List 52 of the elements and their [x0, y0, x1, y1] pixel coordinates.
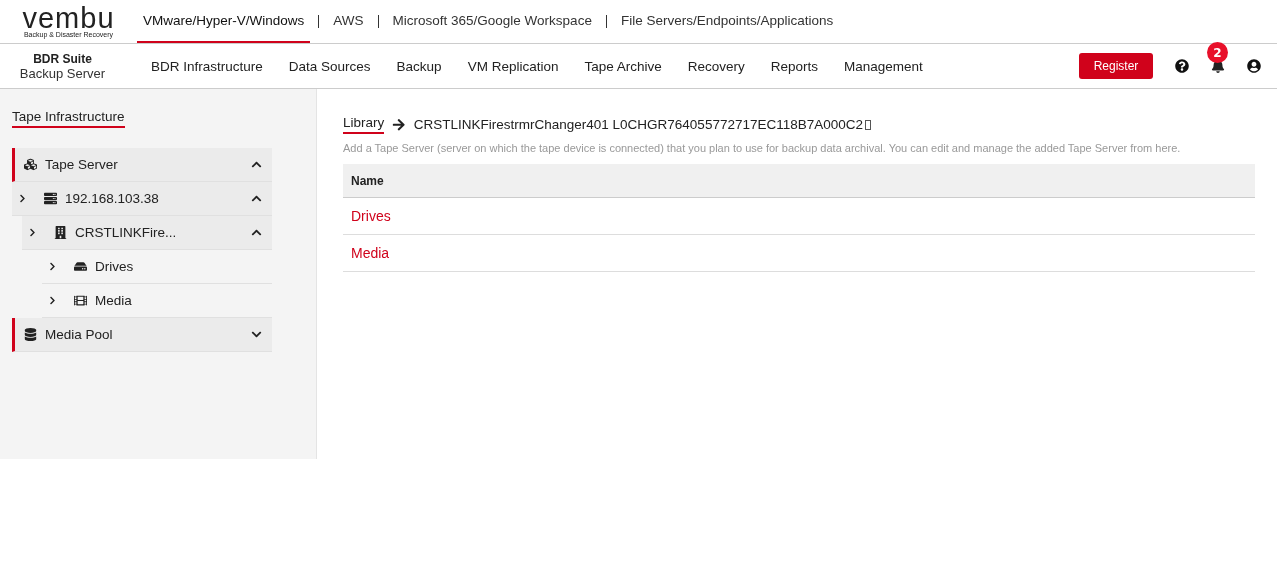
tree-item-label: Media [95, 293, 132, 308]
chevron-down-icon[interactable] [251, 329, 262, 340]
user-icon[interactable] [1247, 59, 1261, 73]
caret-icon [48, 296, 57, 305]
database-icon [24, 328, 37, 341]
notification-badge: 2 [1207, 42, 1228, 63]
nav-link[interactable]: BDR Infrastructure [151, 58, 263, 74]
description: Add a Tape Server (server on which the tape device is connected) that you plan to use for backup data archival. You can edit and manage the added Tape Server from here. [343, 142, 1182, 154]
tree-item-label: Tape Server [45, 157, 118, 172]
tree-item[interactable]: Drives [42, 250, 272, 284]
nav-link[interactable]: Reports [770, 58, 819, 74]
arrow-icon [392, 117, 406, 132]
drive-icon [74, 260, 87, 273]
sidebar-title: Tape Infrastructure [12, 109, 125, 128]
chevron-up-icon[interactable] [251, 193, 262, 204]
caret-icon [18, 194, 27, 203]
register-button[interactable]: Register [1079, 53, 1153, 79]
nav-link[interactable]: Recovery [687, 58, 745, 74]
tree-item[interactable]: Media Pool [12, 318, 272, 352]
film-icon [74, 294, 87, 307]
tree-item-label: 192.168.103.38 [65, 191, 159, 206]
nav-link[interactable]: VM Replication [467, 58, 559, 74]
breadcrumb-link[interactable]: Library [343, 115, 385, 134]
building-icon [54, 226, 67, 239]
tree-item-label: CRSTLINKFire... [75, 225, 177, 240]
tree-item[interactable]: Tape Server [12, 148, 272, 182]
table-link[interactable]: Media [351, 245, 390, 261]
breadcrumb-current: CRSTLINKFirestrmrChanger401 L0CHGR764055772717EC118B7A000C2 [413, 117, 863, 132]
help-icon[interactable] [1175, 59, 1189, 73]
tree-item-label: Media Pool [45, 327, 113, 342]
chevron-up-icon[interactable] [251, 159, 262, 170]
column-header: Name [343, 164, 1255, 198]
caret-icon [28, 228, 37, 237]
caret-icon [48, 262, 57, 271]
tree-item[interactable]: CRSTLINKFire... [22, 216, 272, 250]
nav-link[interactable]: Backup [396, 58, 442, 74]
nav-link[interactable]: Management [844, 58, 923, 74]
cubes-icon [24, 158, 37, 171]
chevron-up-icon[interactable] [251, 227, 262, 238]
product-tab[interactable]: File Servers/Endpoints/Applications [614, 0, 840, 43]
product-tab[interactable]: AWS [327, 0, 370, 43]
table-link[interactable]: Drives [351, 208, 391, 224]
server-name: Backup Server [19, 65, 106, 81]
nav-link[interactable]: Tape Archive [584, 58, 662, 74]
product-tab[interactable]: Microsoft 365/Google Workspace [386, 0, 598, 43]
server-icon [44, 192, 57, 205]
tree-item-label: Drives [95, 259, 134, 274]
suite-name: BDR Suite [33, 51, 92, 66]
product-tab[interactable]: VMware/Hyper-V/Windows [137, 0, 311, 43]
nav-link[interactable]: Data Sources [288, 58, 371, 74]
missing-glyph-icon [865, 119, 871, 130]
tree-item[interactable]: 192.168.103.38 [12, 182, 272, 216]
